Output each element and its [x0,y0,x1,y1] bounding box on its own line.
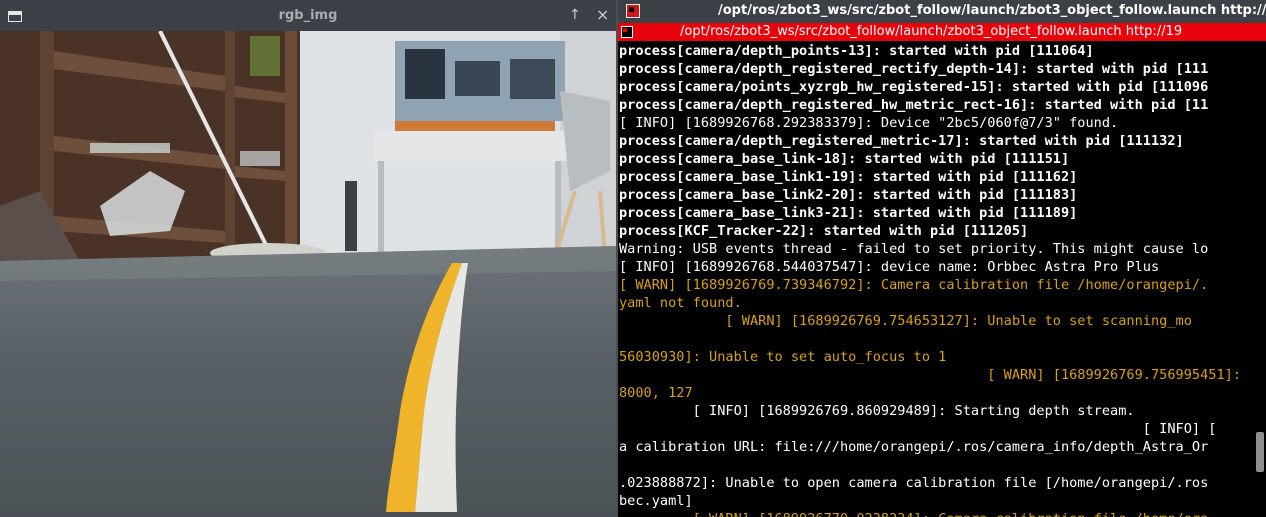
terminal-line: [ INFO] [1689926769.860929489]: Starting… [619,403,1135,419]
terminal-line: [ WARN] [1689926769.754653127]: Unable t… [619,313,1192,329]
terminal-line: [ INFO] [1689926768.544037547]: device n… [619,259,1160,275]
terminal-line: process[camera/depth_points-13]: started… [619,43,1094,59]
terminal-line: process[camera_base_link3-21]: started w… [619,205,1078,221]
terminal-line: [ INFO] [1689926768.292383379]: Device "… [619,115,1119,131]
terminal-line: [ WARN] [1689926769.756995451]: [619,367,1241,383]
close-icon[interactable]: × [596,6,609,24]
terminal-window: /opt/ros/zbot3_ws/src/zbot_follow/launch… [618,0,1266,517]
terminal-line: process[camera/depth_registered_hw_metri… [619,97,1209,113]
terminal-line: [ WARN] [1689926770.0238234]: Camera cal… [619,510,1259,517]
terminal-line: 56030930]: Unable to set auto_focus to 1 [619,349,947,365]
terminal-window-title: /opt/ros/zbot3_ws/src/zbot_follow/launch… [718,3,1266,18]
image-viewer-window: rgb_img ↑ × [0,0,616,517]
terminal-line: process[camera/depth_registered_metric-1… [619,133,1184,149]
terminal-line: a calibration URL: file:///home/orangepi… [619,439,1209,455]
terminal-line: 8000, 127 [619,385,693,401]
terminal-line: yaml not found. [619,295,742,311]
terminal-line: process[camera_base_link-18]: started wi… [619,151,1070,167]
terminal-line: process[camera_base_link1-19]: started w… [619,169,1078,185]
image-viewer-statusbar [0,512,616,517]
tab-title: /opt/ros/zbot3_ws/src/zbot_follow/launch… [680,24,1183,39]
terminal-line: [ INFO] [ [619,421,1217,437]
image-viewer-titlebar[interactable]: rgb_img ↑ × [0,0,616,31]
scrollbar-thumb[interactable] [1256,432,1264,472]
terminal-line: Warning: USB events thread - failed to s… [619,241,1209,257]
terminal-line: process[KCF_Tracker-22]: started with pi… [619,223,1029,239]
terminal-output[interactable]: process[camera/depth_points-13]: started… [619,42,1266,517]
terminal-icon [626,4,640,18]
terminal-line: .023888872]: Unable to open camera calib… [619,475,1209,491]
window-title: rgb_img [278,8,338,23]
terminal-line: process[camera/depth_registered_rectify_… [619,61,1209,77]
terminal-line: process[camera_base_link2-20]: started w… [619,187,1078,203]
terminal-line: [ WARN] [1689926769.739346792]: Camera c… [619,277,1209,293]
tab-terminal-icon [621,26,633,38]
camera-image [0,31,616,512]
terminal-scrollbar[interactable] [1254,42,1266,517]
terminal-tab[interactable]: /opt/ros/zbot3_ws/src/zbot_follow/launch… [618,23,1266,41]
arrow-up-icon[interactable]: ↑ [569,6,581,24]
terminal-titlebar[interactable]: /opt/ros/zbot3_ws/src/zbot_follow/launch… [618,0,1266,23]
terminal-line: bec.yaml] [619,493,693,509]
terminal-line: process[camera/points_xyzrgb_hw_register… [619,79,1209,95]
